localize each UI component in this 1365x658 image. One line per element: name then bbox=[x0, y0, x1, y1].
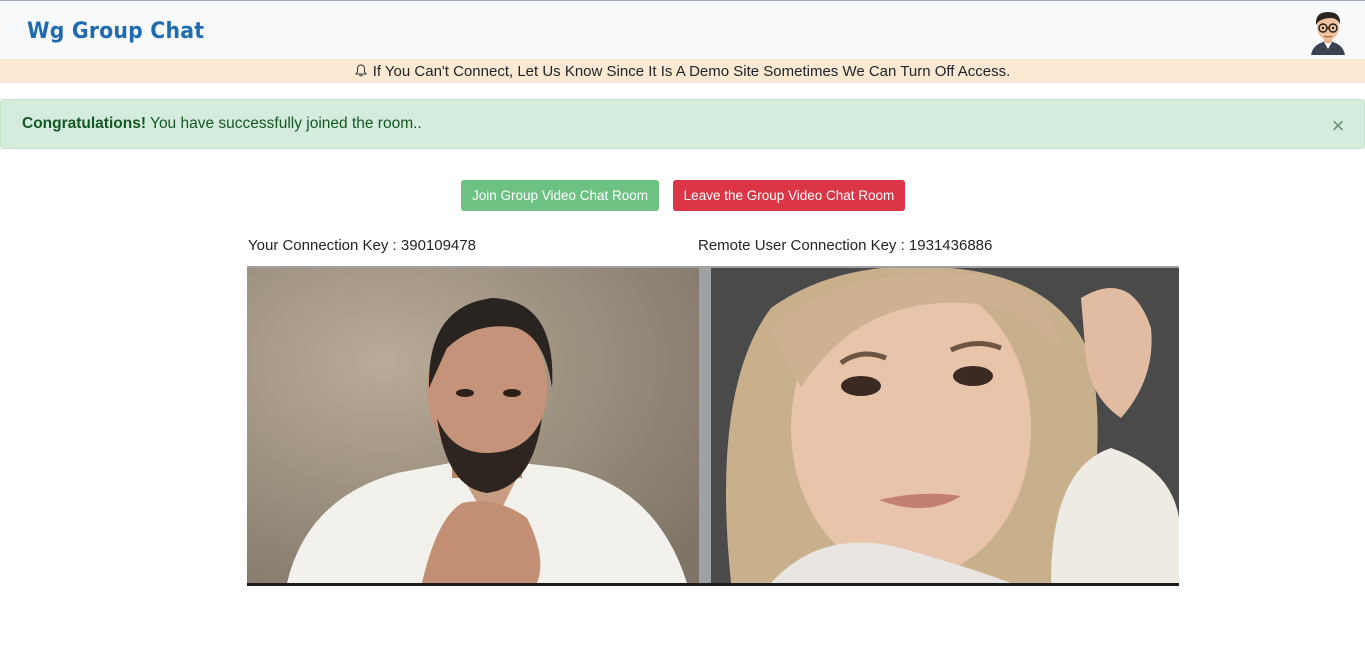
local-video[interactable] bbox=[247, 268, 699, 583]
brand-logo[interactable]: Wg Group Chat bbox=[27, 19, 204, 44]
remote-video[interactable] bbox=[711, 268, 1179, 583]
close-icon[interactable]: × bbox=[1328, 100, 1348, 148]
notice-text: If You Can't Connect, Let Us Know Since … bbox=[372, 63, 1011, 80]
demo-notice-banner: If You Can't Connect, Let Us Know Since … bbox=[0, 59, 1365, 83]
leave-room-button[interactable]: Leave the Group Video Chat Room bbox=[673, 180, 905, 211]
bell-icon bbox=[354, 60, 367, 85]
join-room-button[interactable]: Join Group Video Chat Room bbox=[461, 180, 659, 211]
navbar: Wg Group Chat bbox=[0, 0, 1365, 59]
alert-title: Congratulations! bbox=[22, 115, 146, 132]
user-avatar-icon[interactable] bbox=[1309, 9, 1347, 55]
video-container bbox=[247, 266, 1179, 586]
success-alert: Congratulations! You have successfully j… bbox=[0, 99, 1365, 149]
alert-message: You have successfully joined the room.. bbox=[146, 115, 422, 132]
local-connection-key: Your Connection Key : 390109478 bbox=[248, 237, 476, 254]
remote-connection-key: Remote User Connection Key : 1931436886 bbox=[698, 237, 993, 254]
